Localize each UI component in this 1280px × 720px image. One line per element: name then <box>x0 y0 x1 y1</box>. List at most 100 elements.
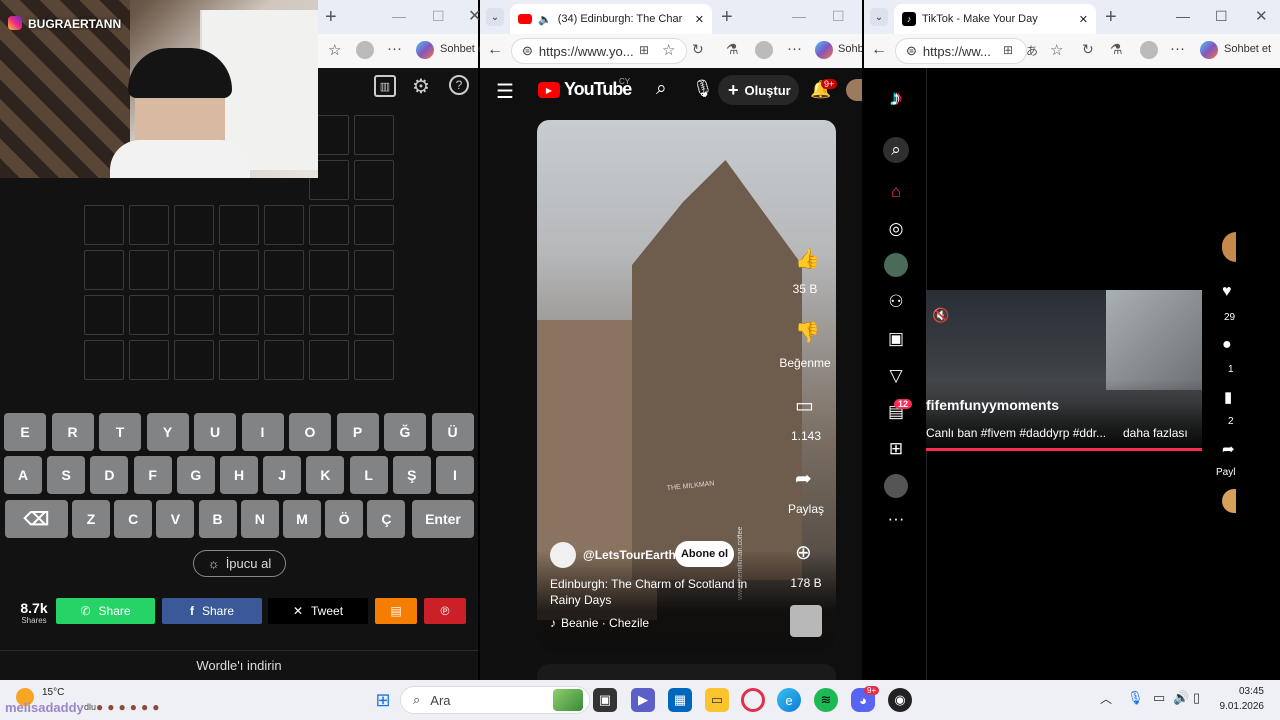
tt-tab[interactable]: ♪ TikTok - Make Your Day ✕ <box>894 4 1096 34</box>
comments-icon[interactable]: ▭ <box>795 393 814 418</box>
copilot-icon[interactable] <box>815 41 833 59</box>
copilot-icon[interactable] <box>1200 41 1218 59</box>
opera-icon[interactable] <box>741 688 765 712</box>
key[interactable]: I <box>241 413 284 451</box>
favorite-star-icon[interactable]: ☆ <box>1050 41 1063 59</box>
live-icon[interactable]: ▣ <box>884 327 908 351</box>
split-screen-icon[interactable]: ⊞ <box>639 43 649 57</box>
key[interactable]: P <box>336 413 379 451</box>
explore-icon[interactable]: ◎ <box>884 217 908 241</box>
site-info-icon[interactable]: ⊜ <box>522 43 533 59</box>
profile-icon[interactable] <box>755 41 773 59</box>
whatsapp-share-button[interactable]: ✆ Share <box>56 598 155 624</box>
video-title[interactable]: Edinburgh: The Charm of Scotland in Rain… <box>550 576 775 608</box>
messages-icon[interactable]: ▽ <box>884 364 908 388</box>
maximize-icon[interactable]: ☐ <box>432 8 445 25</box>
clock-time[interactable]: 03:45 <box>1200 686 1264 697</box>
pinterest-share-button[interactable]: ℗ <box>424 598 466 624</box>
key[interactable]: Ş <box>392 456 431 494</box>
avatar[interactable] <box>846 79 862 101</box>
key[interactable]: M <box>283 500 321 538</box>
key[interactable]: T <box>99 413 141 451</box>
channel-avatar[interactable] <box>550 542 576 568</box>
key[interactable]: I <box>436 456 474 494</box>
new-tab-icon[interactable]: + <box>721 6 733 29</box>
tt-video-title[interactable]: fifemfunyymoments <box>926 397 1059 413</box>
key[interactable]: U <box>194 413 236 451</box>
muted-speaker-icon[interactable]: 🔇 <box>932 307 949 324</box>
settings-icon[interactable]: ⚙ <box>412 74 430 99</box>
back-icon[interactable]: ← <box>487 41 503 59</box>
dislike-icon[interactable]: 👎 <box>795 320 820 345</box>
heart-icon[interactable]: ♥ <box>1222 283 1232 301</box>
maximize-icon[interactable]: ☐ <box>832 8 845 25</box>
site-info-icon[interactable]: ⊜ <box>906 43 917 59</box>
favorites-icon[interactable]: ☆ <box>328 41 341 59</box>
extensions-icon[interactable]: ⚗ <box>1110 41 1123 58</box>
profile-avatar[interactable] <box>884 474 908 498</box>
tab-actions-icon[interactable]: ⌄ <box>486 8 504 26</box>
teams-icon[interactable]: ▶ <box>631 688 655 712</box>
key[interactable]: Z <box>72 500 110 538</box>
backspace-key[interactable]: ⌫ <box>5 500 68 538</box>
download-banner[interactable]: Wordle'ı indirin <box>0 650 478 680</box>
tab-close-icon[interactable]: ✕ <box>1079 13 1088 26</box>
key[interactable]: C <box>114 500 153 538</box>
search-highlight-icon[interactable] <box>553 689 583 711</box>
key[interactable]: L <box>349 456 388 494</box>
sound-thumbnail[interactable] <box>790 605 822 637</box>
music-row[interactable]: ♪ Beanie · Chezile <box>550 616 649 630</box>
obs-icon[interactable]: ◉ <box>888 688 912 712</box>
facebook-share-button[interactable]: f Share <box>162 598 262 624</box>
mic-icon[interactable]: 🎙 <box>1127 690 1144 706</box>
following-avatar[interactable] <box>884 253 908 277</box>
key[interactable]: Ğ <box>384 413 426 451</box>
edge-icon[interactable]: e <box>777 688 801 712</box>
share-icon[interactable]: ➦ <box>795 466 812 491</box>
key[interactable]: S <box>47 456 86 494</box>
help-icon[interactable]: ? <box>449 75 469 95</box>
sohbet-label[interactable]: Sohbet <box>838 43 862 55</box>
yt-tab[interactable]: 🔈 (34) Edinburgh: The Charm of ✕ <box>510 4 712 34</box>
microphone-icon[interactable]: 🎙 <box>692 79 714 99</box>
short-video-player[interactable]: THE MILKMAN www.themilkman.coffee <box>537 120 836 651</box>
refresh-icon[interactable]: ↻ <box>1082 41 1094 58</box>
close-icon[interactable]: ✕ <box>1255 7 1268 25</box>
key[interactable]: A <box>4 456 42 494</box>
start-icon[interactable]: ⊞ <box>371 688 395 712</box>
minimize-icon[interactable]: — <box>1176 8 1190 24</box>
home-icon[interactable]: ⌂ <box>884 180 908 204</box>
minimize-icon[interactable]: — <box>792 8 806 24</box>
bookmark-icon[interactable]: ▮ <box>1224 388 1232 406</box>
key[interactable]: Ü <box>431 413 474 451</box>
tab-actions-icon[interactable]: ⌄ <box>870 8 888 26</box>
spotify-icon[interactable]: ≋ <box>814 688 838 712</box>
key[interactable]: O <box>289 413 331 451</box>
file-explorer-icon[interactable]: ▭ <box>705 688 729 712</box>
upload-icon[interactable]: ⊞ <box>884 437 908 461</box>
stats-icon[interactable]: ▥ <box>374 75 396 97</box>
like-icon[interactable]: 👍 <box>795 246 820 271</box>
youtube-logo-icon[interactable]: ▶ <box>538 82 560 98</box>
key[interactable]: E <box>4 413 46 451</box>
key[interactable]: Ö <box>325 500 364 538</box>
more-menu-icon[interactable]: ··· <box>884 507 908 531</box>
search-icon[interactable]: ⌕ <box>656 78 667 100</box>
key[interactable]: Y <box>146 413 189 451</box>
channel-handle[interactable]: @LetsTourEarth <box>583 548 676 562</box>
back-icon[interactable]: ← <box>871 41 887 59</box>
friends-icon[interactable]: ⚇ <box>884 290 908 314</box>
favorite-star-icon[interactable]: ☆ <box>662 41 675 59</box>
tab-close-icon[interactable]: ✕ <box>695 13 704 26</box>
volume-icon[interactable]: 🔊 <box>1173 690 1189 706</box>
key[interactable]: R <box>51 413 94 451</box>
network-icon[interactable]: ▭ <box>1153 690 1165 706</box>
store-icon[interactable]: ▦ <box>668 688 692 712</box>
key[interactable]: Ç <box>367 500 406 538</box>
key[interactable]: G <box>176 456 215 494</box>
subscribe-button[interactable]: Abone ol <box>675 541 734 567</box>
task-view-icon[interactable]: ▣ <box>593 688 617 712</box>
create-button[interactable]: + Oluştur <box>718 75 799 105</box>
key[interactable]: D <box>90 456 129 494</box>
profile-icon[interactable] <box>1140 41 1158 59</box>
